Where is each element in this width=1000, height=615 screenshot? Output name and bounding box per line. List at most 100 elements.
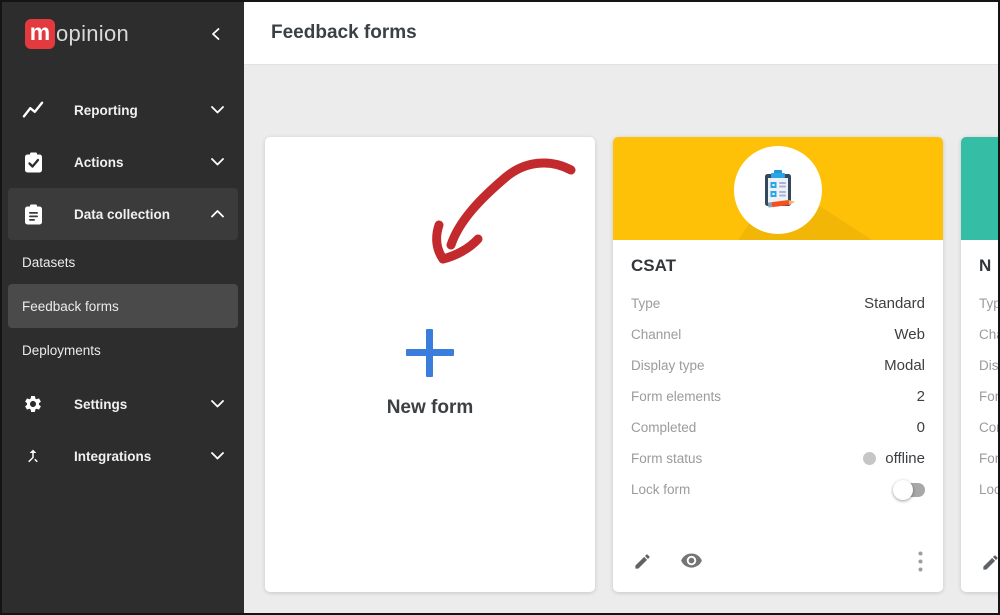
lock-form-row: Lock form [631,474,925,505]
page-title: Feedback forms [271,22,417,44]
card-footer [979,545,998,576]
eye-icon [680,553,703,570]
new-form-card[interactable]: New form [265,137,595,592]
detail-row: Channel [979,319,998,350]
partial-card-header [961,137,998,240]
partial-card: N Type Channel Display type Form element… [961,137,998,592]
sidebar-item-settings[interactable]: Settings [2,378,244,430]
sidebar-item-label: Settings [74,397,127,412]
red-arrow-annotation [424,153,579,271]
row-label: Display type [631,358,705,373]
detail-row: Completed [979,412,998,443]
new-form-content: New form [387,329,474,419]
row-label: Type [631,296,660,311]
csat-card-header [613,137,943,240]
logo-text: opinion [56,21,129,47]
clipboard-pencil-icon [755,167,801,213]
form-status-row: Form status offline [631,443,925,474]
card-title: CSAT [631,256,925,276]
pencil-icon [633,552,652,571]
sidebar-item-deployments[interactable]: Deployments [8,328,238,372]
detail-row: Form elements 2 [631,381,925,412]
detail-row: Channel Web [631,319,925,350]
chevron-down-icon [211,452,224,460]
csat-card-body: CSAT Type Standard Channel Web Display t… [613,240,943,592]
new-form-label: New form [387,397,474,419]
sidebar-item-data-collection[interactable]: Data collection [8,188,238,240]
sub-item-label: Datasets [22,255,75,270]
page-header: Feedback forms [244,2,998,65]
row-value: 2 [917,388,925,405]
sub-item-label: Deployments [22,343,101,358]
detail-row: Form status [979,443,998,474]
detail-row: Display type Modal [631,350,925,381]
edit-button[interactable] [633,552,652,571]
sidebar-item-label: Integrations [74,449,151,464]
sidebar-item-label: Data collection [74,207,170,222]
status-badge: offline [885,450,925,467]
row-label: Channel [979,327,998,342]
detail-row: Completed 0 [631,412,925,443]
card-footer [631,543,925,576]
chevron-left-icon [210,27,222,41]
sidebar-item-reporting[interactable]: Reporting [2,84,244,136]
detail-row: Type Standard [631,288,925,319]
chevron-down-icon [211,106,224,114]
merge-icon [22,446,44,466]
gear-icon [22,394,44,414]
pencil-icon [981,553,998,572]
kebab-menu-icon [918,551,923,572]
plus-icon [406,329,454,377]
row-value: Modal [884,357,925,374]
sidebar-item-label: Actions [74,155,124,170]
row-label: Form elements [979,389,998,404]
csat-card: CSAT Type Standard Channel Web Display t… [613,137,943,592]
chevron-down-icon [211,400,224,408]
sidebar-item-feedback-forms[interactable]: Feedback forms [8,284,238,328]
cards-container: New form [244,65,998,613]
detail-row: Display type [979,350,998,381]
sidebar-collapse-button[interactable] [210,27,222,41]
row-value: Web [894,326,925,343]
row-label: Completed [631,420,696,435]
main-area: Feedback forms New form [244,2,998,613]
toggle-knob [893,480,913,500]
sidebar: m opinion Reporting Actions [2,2,244,613]
detail-row: Lock form [979,474,998,505]
more-options-button[interactable] [918,551,923,572]
row-value: Standard [864,295,925,312]
sidebar-item-integrations[interactable]: Integrations [2,430,244,482]
lock-form-toggle[interactable] [895,483,925,497]
data-collection-section: Data collection [8,188,238,240]
chevron-down-icon [211,158,224,166]
clipboard-check-icon [22,152,44,173]
logo[interactable]: m opinion [2,2,244,66]
mopinion-logo-icon: m [25,19,55,49]
row-label: Lock form [631,482,690,497]
sidebar-item-label: Reporting [74,103,138,118]
row-label: Form status [979,451,998,466]
detail-row: Form elements [979,381,998,412]
edit-button[interactable] [981,553,998,572]
row-value: 0 [917,419,925,436]
detail-row: Type [979,288,998,319]
app-window: m opinion Reporting Actions [0,0,1000,615]
row-label: Channel [631,327,681,342]
preview-button[interactable] [680,553,703,570]
line-chart-icon [22,100,44,120]
clipboard-list-icon [22,204,44,225]
row-label: Lock form [979,482,998,497]
sidebar-item-actions[interactable]: Actions [2,136,244,188]
sidebar-nav: Reporting Actions Dat [2,66,244,482]
row-label: Form elements [631,389,721,404]
partial-card-body: N Type Channel Display type Form element… [961,240,998,592]
row-label: Display type [979,358,998,373]
card-title: N [979,256,998,276]
sub-item-label: Feedback forms [22,299,119,314]
row-label: Type [979,296,998,311]
chevron-up-icon [211,210,224,218]
sidebar-item-datasets[interactable]: Datasets [8,240,238,284]
row-label: Completed [979,420,998,435]
row-label: Form status [631,451,702,466]
status-dot-icon [863,452,876,465]
